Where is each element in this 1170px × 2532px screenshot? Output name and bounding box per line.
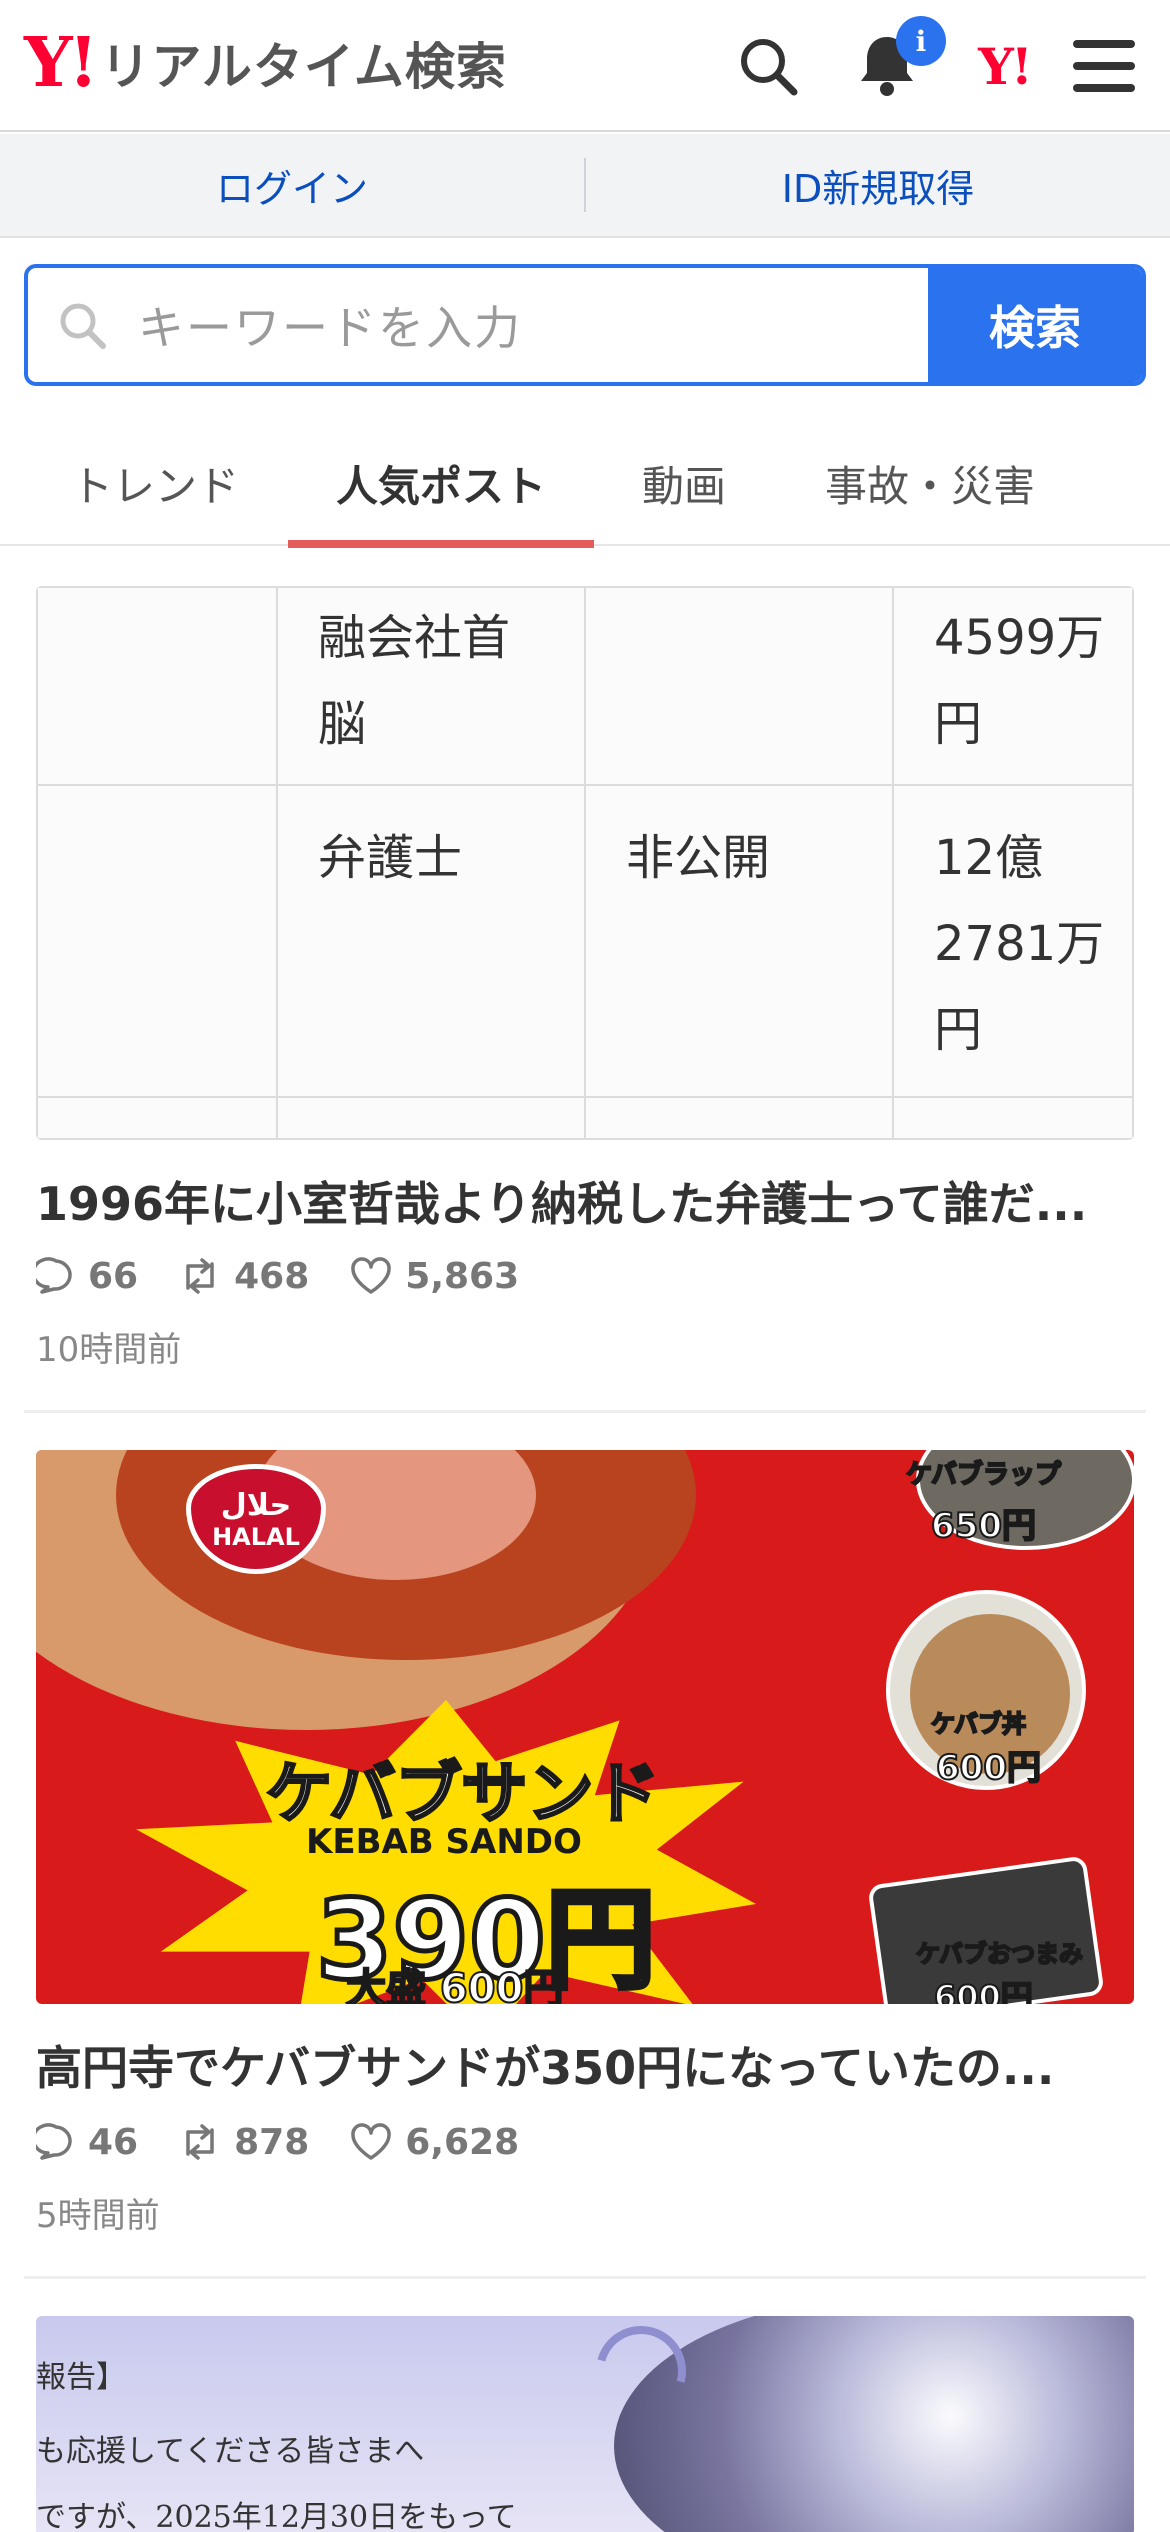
post-image-kebab[interactable]: حلال HALAL ケバブサンド KEBAB SANDO 390円 大盛 60… (36, 1450, 1134, 2004)
repost-count[interactable]: 468 (178, 1256, 309, 1297)
announcement-image: 報告】 も応援してくださる皆さまへ ですが、2025年12月30日をもって (36, 2316, 1134, 2532)
search-input[interactable]: キーワードを入力 (28, 268, 928, 382)
yahoo-japan-icon[interactable]: Y! (968, 30, 1040, 102)
reply-count-value: 46 (88, 2121, 139, 2163)
table-cell: 12億 (934, 830, 1044, 886)
table-cell: 2781万 (934, 916, 1105, 972)
photo-text: 650円 (930, 1505, 1037, 1547)
tab-popular-posts[interactable]: 人気ポスト (288, 420, 594, 548)
search-field-icon (60, 303, 106, 349)
post-stats: 46 878 6,628 (36, 2114, 559, 2170)
login-bar: ログイン ID新規取得 (0, 134, 1170, 238)
photo-text: ですが、2025年12月30日をもって (36, 2500, 517, 2532)
table-screenshot: 融会社首 脳 4599万 円 弁護士 非公開 12億 2781万 円 (36, 586, 1134, 1140)
like-count[interactable]: 6,628 (349, 2122, 519, 2163)
like-count[interactable]: 5,863 (349, 1256, 519, 1297)
heart-icon (351, 2123, 392, 2160)
like-count-value: 5,863 (405, 1255, 520, 1297)
reply-count[interactable]: 66 (36, 1256, 138, 1297)
service-name: リアルタイム検索 (100, 38, 507, 96)
post-title[interactable]: 1996年に小室哲哉より納税した弁護士って誰だ... (36, 1168, 1136, 1234)
notification-badge: i (896, 16, 946, 66)
reply-icon (36, 2123, 72, 2160)
post-image-announcement[interactable]: 報告】 も応援してくださる皆さまへ ですが、2025年12月30日をもって (36, 2316, 1134, 2532)
tab-accident-disaster[interactable]: 事故・災害 (780, 420, 1080, 546)
repost-count-value: 878 (234, 2121, 310, 2163)
login-link[interactable]: ログイン (0, 158, 584, 213)
photo-text: ケバブラップ (905, 1459, 1062, 1491)
heart-icon (351, 1257, 392, 1294)
app-header: Y! リアルタイム検索 i Y! (0, 0, 1170, 132)
photo-text: 600円 (935, 1747, 1042, 1789)
search-placeholder: キーワードを入力 (138, 301, 522, 355)
repost-count-value: 468 (234, 1255, 310, 1297)
post-stats: 66 468 5,863 (36, 1248, 559, 1304)
table-cell: 融会社首 (318, 610, 511, 666)
photo-text: 600円 (933, 1977, 1034, 2004)
post-divider (24, 2276, 1146, 2279)
reply-icon (36, 1257, 72, 1294)
yahoo-logo-mark: Y! (24, 23, 98, 103)
tab-video[interactable]: 動画 (594, 420, 774, 546)
post-time: 5時間前 (36, 2196, 160, 2236)
post-time: 10時間前 (36, 1330, 182, 1370)
hamburger-menu-icon[interactable] (1068, 30, 1140, 102)
photo-text: ケバブおつまみ (915, 1939, 1084, 1969)
repost-count[interactable]: 878 (178, 2122, 309, 2163)
reply-count[interactable]: 46 (36, 2122, 138, 2163)
table-cell: 円 (934, 696, 983, 752)
photo-text: ケバブ丼 (930, 1709, 1027, 1739)
table-cell: 円 (934, 1002, 983, 1058)
search-bar: キーワードを入力 検索 (24, 264, 1146, 386)
kebab-menu-photo: حلال HALAL ケバブサンド KEBAB SANDO 390円 大盛 60… (36, 1450, 1134, 2004)
register-link[interactable]: ID新規取得 (586, 158, 1170, 213)
tab-trend[interactable]: トレンド (40, 420, 270, 546)
like-count-value: 6,628 (405, 2121, 520, 2163)
table-cell: 非公開 (626, 830, 771, 886)
table-cell: 脳 (318, 696, 367, 752)
yahoo-realtime-logo[interactable]: Y! リアルタイム検索 (24, 28, 507, 98)
table-cell: 4599万 (934, 610, 1105, 666)
reply-count-value: 66 (88, 1255, 139, 1297)
table-cell: 弁護士 (318, 830, 463, 886)
post-image-table[interactable]: 融会社首 脳 4599万 円 弁護士 非公開 12億 2781万 円 (36, 586, 1134, 1140)
repost-icon (186, 2124, 214, 2160)
photo-text: 大盛 600円 (345, 1965, 564, 2004)
photo-text: も応援してくださる皆さまへ (36, 2434, 425, 2469)
search-button[interactable]: 検索 (928, 268, 1142, 382)
post-title[interactable]: 高円寺でケバブサンドが350円になっていたの... (36, 2032, 1136, 2098)
category-tabs: トレンド 人気ポスト 動画 事故・災害 (0, 420, 1170, 548)
yahoo-japan-mark: Y! (978, 36, 1033, 96)
repost-icon (186, 1258, 214, 1294)
post-divider (24, 1410, 1146, 1413)
photo-text: 報告】 (36, 2360, 126, 2395)
search-icon[interactable] (732, 30, 804, 102)
